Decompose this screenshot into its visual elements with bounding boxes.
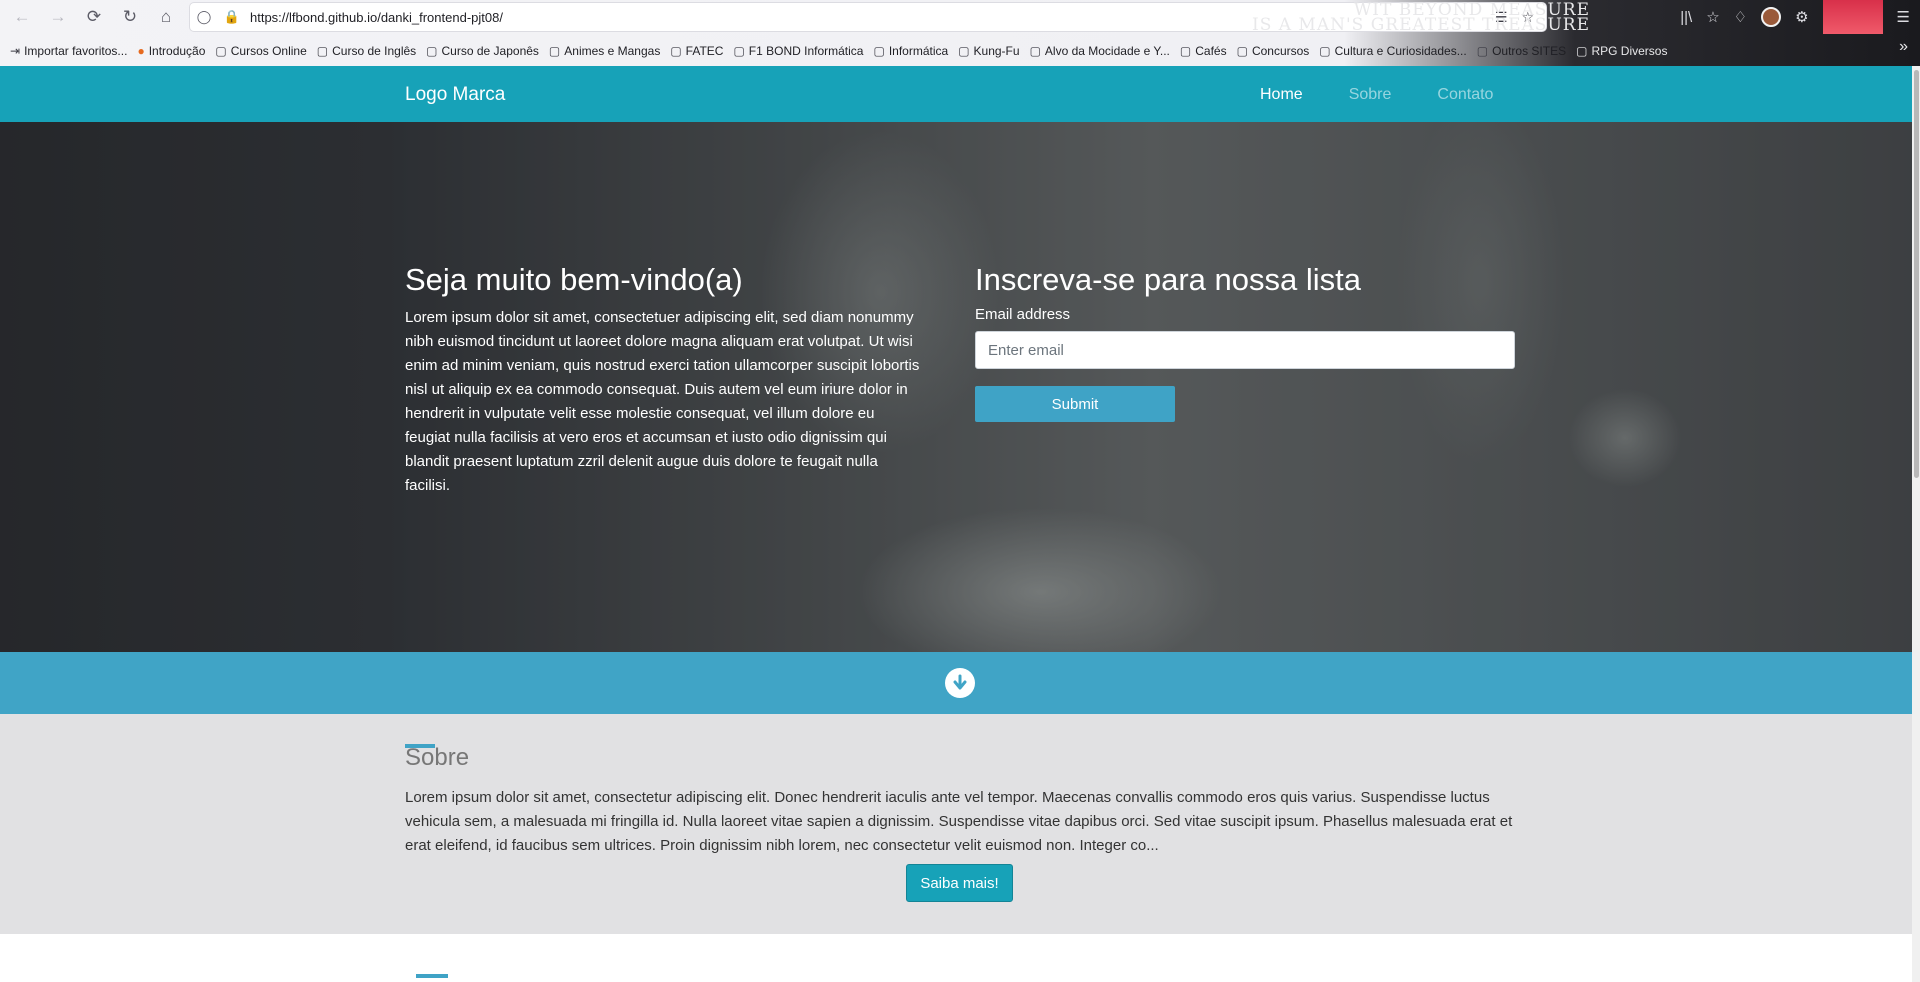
back-icon[interactable]: ← — [4, 0, 40, 34]
folder-icon: ▢ — [670, 44, 682, 58]
folder-icon: ▢ — [873, 44, 885, 58]
bookmark-label: Animes e Mangas — [564, 44, 661, 58]
bookmark-label: Importar favoritos... — [24, 44, 128, 58]
bookmarks-bar: ⇥ Importar favoritos... ● Introdução ▢ Cursos… — [0, 38, 1920, 64]
bookmark-label: Introdução — [148, 44, 206, 58]
bookmarks-overflow-icon[interactable]: » — [1899, 38, 1908, 56]
folder-icon: ▢ — [316, 44, 329, 58]
main-menu: Home Sobre Contato — [1260, 86, 1493, 104]
folder-icon: ▢ — [215, 44, 227, 58]
saiba-mais-button[interactable]: Saiba mais! — [906, 864, 1013, 902]
bookmark-item[interactable]: ▢ Animes e Mangas — [549, 44, 660, 58]
bookmark-label: Cultura e Curiosidades... — [1334, 44, 1467, 58]
page-scrollbar[interactable] — [1912, 66, 1920, 982]
sobre-title: Sobre — [405, 744, 470, 771]
folder-icon: ▢ — [1179, 44, 1192, 58]
extensions-icon[interactable]: ☆ — [1706, 8, 1719, 26]
bookmark-label: Alvo da Mocidade e Y... — [1044, 44, 1170, 58]
bookmark-item[interactable]: ▢ Kung-Fu — [958, 44, 1019, 58]
menu-item-sobre[interactable]: Sobre — [1349, 86, 1392, 104]
firefox-icon: ● — [137, 44, 145, 58]
signup-form: Inscreva-se para nossa lista Email addre… — [975, 262, 1515, 422]
folder-icon: ▢ — [1476, 44, 1489, 58]
next-section-accent — [416, 974, 448, 978]
bookmark-label: Cursos Online — [230, 44, 307, 58]
import-icon: ⇥ — [10, 44, 21, 58]
welcome-block: Seja muito bem-vindo(a) Lorem ipsum dolo… — [405, 262, 920, 498]
welcome-text: Lorem ipsum dolor sit amet, consectetuer… — [405, 309, 920, 494]
folder-icon: ▢ — [1576, 44, 1588, 58]
settings-gear-icon[interactable]: ⚙ — [1795, 8, 1808, 26]
folder-icon: ▢ — [733, 44, 745, 58]
bookmark-label: Curso de Inglês — [332, 44, 417, 58]
folder-icon: ▢ — [548, 44, 561, 58]
bookmark-label: Concursos — [1251, 44, 1310, 58]
folder-icon: ▢ — [958, 44, 970, 58]
submit-button[interactable]: Submit — [975, 386, 1175, 422]
bookmark-item[interactable]: ⇥ Importar favoritos... — [10, 44, 127, 58]
folder-icon: ▢ — [426, 44, 438, 58]
library-icon[interactable]: ||\ — [1680, 9, 1692, 26]
bookmark-item[interactable]: ▢ Curso de Inglês — [317, 44, 416, 58]
email-field[interactable] — [975, 331, 1515, 369]
menu-item-contato[interactable]: Contato — [1437, 86, 1493, 104]
arrow-down-icon — [953, 674, 967, 690]
email-label: Email address — [975, 306, 1071, 323]
toolbar-right: ||\ ☆ ♢ ⚙ ☰ — [1680, 0, 1920, 34]
bookmark-label: FATEC — [685, 44, 724, 58]
bookmark-item[interactable]: ▢ Cultura e Curiosidades... — [1319, 44, 1466, 58]
welcome-title: Seja muito bem-vindo(a) — [405, 262, 743, 297]
bookmark-label: Outros SITES — [1492, 44, 1567, 58]
browser-chrome: ← → ⟳ ↻ ⌂ ◯ 🔒 https://lfbond.github.io/d… — [0, 0, 1920, 66]
sobre-text: Lorem ipsum dolor sit amet, consectetur … — [405, 789, 1513, 854]
signup-title: Inscreva-se para nossa lista — [975, 262, 1361, 297]
bookmark-item[interactable]: ▢ Cafés — [1180, 44, 1227, 58]
bookmark-label: RPG Diversos — [1591, 44, 1668, 58]
bookmark-item[interactable]: ▢ Curso de Japonês — [426, 44, 539, 58]
bookmark-item[interactable]: ▢ F1 BOND Informática — [733, 44, 863, 58]
bookmark-label: Informática — [888, 44, 949, 58]
bookmark-item[interactable]: ▢ RPG Diversos — [1576, 44, 1667, 58]
pocket-icon[interactable]: ♢ — [1734, 8, 1747, 26]
bookmark-item[interactable]: ▢ Cursos Online — [215, 44, 306, 58]
bookmark-label: Curso de Japonês — [441, 44, 539, 58]
sobre-section: Sobre Lorem ipsum dolor sit amet, consec… — [0, 714, 1920, 934]
menu-item-home[interactable]: Home — [1260, 86, 1303, 104]
bookmark-item[interactable]: ▢ FATEC — [670, 44, 723, 58]
shield-icon[interactable]: ◯ — [190, 9, 218, 25]
web-page: Logo Marca Home Sobre Contato Seja muito… — [0, 66, 1920, 982]
menu-hamburger-icon[interactable]: ☰ — [1897, 8, 1910, 26]
hero-section: Seja muito bem-vindo(a) Lorem ipsum dolo… — [0, 122, 1920, 652]
logo[interactable]: Logo Marca — [405, 84, 505, 106]
bookmark-item[interactable]: ▢ Concursos — [1237, 44, 1310, 58]
scroll-down-band — [0, 652, 1920, 714]
site-navbar: Logo Marca Home Sobre Contato — [0, 66, 1920, 122]
bookmark-item[interactable]: ▢ Informática — [873, 44, 948, 58]
bookmark-label: Kung-Fu — [973, 44, 1020, 58]
bookmark-label: F1 BOND Informática — [748, 44, 864, 58]
home-icon[interactable]: ⌂ — [148, 0, 184, 34]
bookmark-item[interactable]: ▢ Outros SITES — [1477, 44, 1566, 58]
theme-banner: WIT BEYOND MEASURE IS A MAN'S GREATEST T… — [1250, 0, 1590, 34]
account-avatar[interactable] — [1761, 7, 1782, 27]
folder-icon: ▢ — [1236, 44, 1248, 58]
theme-art — [1822, 0, 1883, 34]
forward-icon[interactable]: → — [40, 0, 76, 34]
arrow-down-circle-icon[interactable] — [945, 668, 975, 698]
theme-banner-line-2: IS A MAN'S GREATEST TREASURE — [1251, 15, 1590, 35]
folder-icon: ▢ — [1029, 44, 1041, 58]
bookmark-item[interactable]: ● Introdução — [137, 44, 205, 58]
reload-icon[interactable]: ↻ — [112, 0, 148, 34]
bookmark-label: Cafés — [1195, 44, 1227, 58]
lock-icon[interactable]: 🔒 — [218, 9, 246, 25]
scrollbar-thumb[interactable] — [1914, 70, 1919, 478]
bookmark-item[interactable]: ▢ Alvo da Mocidade e Y... — [1030, 44, 1170, 58]
folder-icon: ▢ — [1319, 44, 1331, 58]
history-icon[interactable]: ⟳ — [76, 0, 112, 34]
